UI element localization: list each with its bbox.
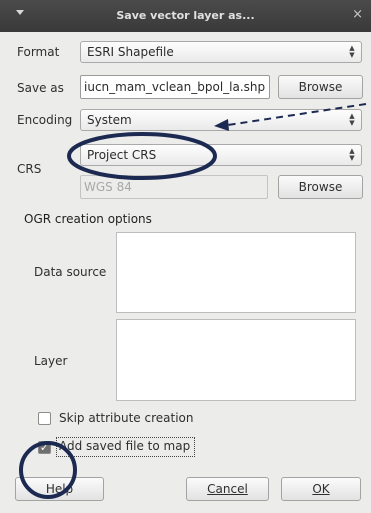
spinner-arrows-icon: ▲ ▼ [349, 44, 355, 59]
layer-label: Layer [34, 354, 68, 368]
crs-value: Project CRS [87, 148, 157, 162]
cancel-label: Cancel [207, 482, 248, 496]
ogr-options-title: OGR creation options [24, 212, 152, 226]
encoding-value: System [87, 113, 132, 127]
add-to-map-label: Add saved file to map [59, 439, 191, 453]
format-value: ESRI Shapefile [87, 45, 174, 59]
crs-select[interactable]: Project CRS ▲ ▼ [80, 144, 362, 166]
skip-attribute-checkbox[interactable] [38, 412, 51, 425]
data-source-label: Data source [34, 265, 107, 279]
add-to-map-checkbox[interactable]: ✓ [38, 441, 51, 454]
spinner-arrows-icon: ▲ ▼ [349, 112, 355, 127]
dialog-title: Save vector layer as... [116, 9, 255, 22]
encoding-select[interactable]: System ▲ ▼ [80, 109, 362, 131]
format-label: Format [17, 45, 60, 59]
skip-attribute-label: Skip attribute creation [59, 411, 194, 425]
crs-label: CRS [17, 162, 42, 176]
ok-label: OK [312, 482, 330, 496]
ok-button[interactable]: OK [281, 477, 361, 501]
crs-name-field: WGS 84 [80, 175, 268, 199]
cancel-button[interactable]: Cancel [186, 477, 269, 501]
layer-options-input[interactable] [116, 319, 356, 401]
format-select[interactable]: ESRI Shapefile ▲ ▼ [80, 41, 362, 63]
save-as-label: Save as [17, 81, 64, 95]
encoding-label: Encoding [17, 113, 73, 127]
browse-file-button[interactable]: Browse [278, 75, 363, 99]
save-as-input[interactable]: iucn_mam_vclean_bpol_la.shp [80, 75, 270, 99]
spinner-arrows-icon: ▲ ▼ [349, 147, 355, 162]
data-source-options-input[interactable] [116, 232, 356, 313]
browse-crs-button[interactable]: Browse [278, 175, 363, 199]
help-button[interactable]: Help [15, 477, 104, 501]
close-icon[interactable]: × [352, 7, 363, 22]
title-bar: Save vector layer as... × [0, 0, 371, 32]
save-vector-layer-dialog: Save vector layer as... × Format ESRI Sh… [0, 0, 371, 513]
